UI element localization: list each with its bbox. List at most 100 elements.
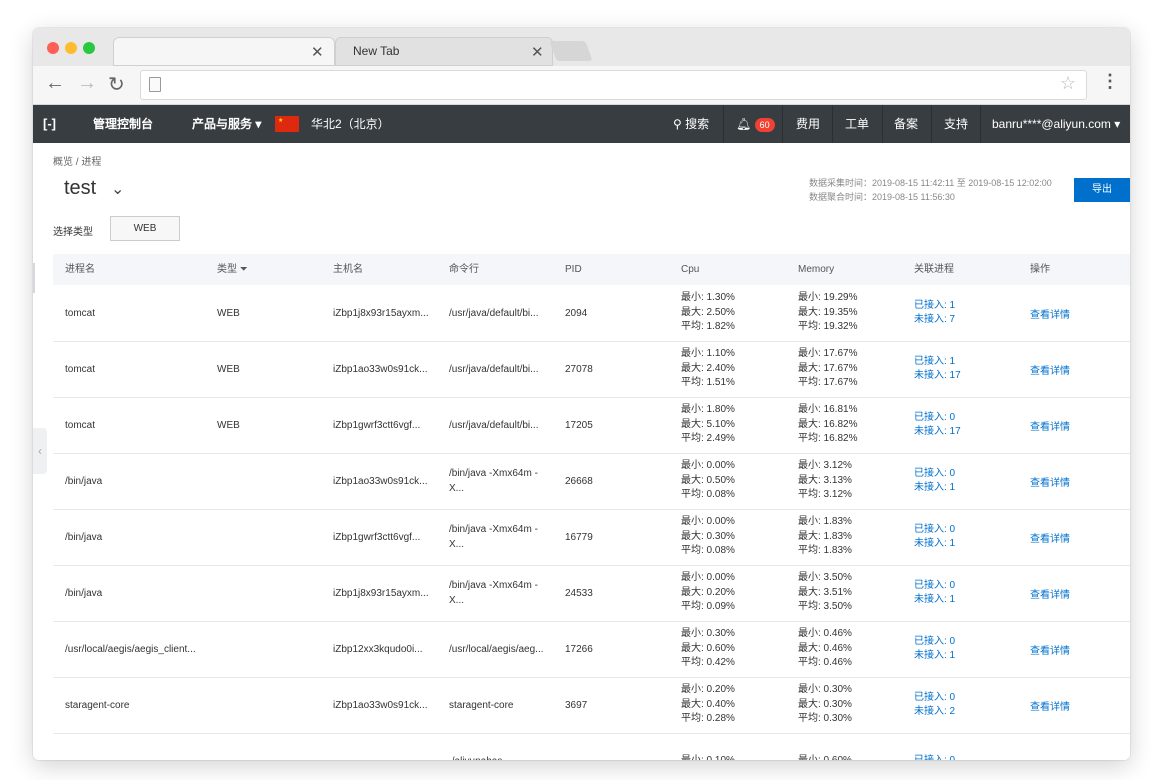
view-details-link[interactable]: 查看详情 (1030, 341, 1130, 397)
cell-line: 最大: 1.83% (798, 530, 852, 542)
tab-new-tab[interactable]: New Tab ✕ (335, 37, 553, 66)
cell-line: 最小: 0.30% (798, 684, 852, 696)
table-row: tomcat WEB iZbp1j8x93r15ayxm... /usr/java/d… (53, 285, 1130, 342)
cell-text[interactable]: 查看详情 (1030, 698, 1070, 713)
cell-rel: 已接入: 0 未接入: 1 (914, 565, 1026, 621)
close-window-button[interactable] (47, 42, 59, 54)
cell-line[interactable]: 未接入: 1 (914, 649, 955, 664)
cell-text: 27078 (565, 363, 593, 375)
tab-current[interactable]: ✕ (113, 37, 335, 66)
column-header: 命令行 (449, 264, 479, 275)
view-details-link[interactable]: 查看详情 (1030, 565, 1130, 621)
cell-text: 16779 (565, 531, 593, 543)
cell-line[interactable]: 未接入: 1 (914, 537, 955, 552)
cell-line[interactable]: 已接入: 0 (914, 579, 955, 594)
cell-text: /usr/local/aegis/aeg... (449, 643, 544, 655)
export-button[interactable]: 导出 (1074, 178, 1130, 202)
view-details-link[interactable]: 查看详情 (1030, 397, 1130, 453)
view-details-link[interactable]: 查看详情 (1030, 285, 1130, 341)
cell-line[interactable]: 已接入: 0 (914, 754, 955, 760)
cell-line[interactable]: 未接入: 7 (914, 313, 955, 328)
nav-link-icp[interactable]: 备案 (894, 105, 918, 143)
browser-menu-icon[interactable]: ⋮ (1101, 71, 1119, 92)
new-tab-button[interactable] (549, 41, 593, 61)
aliyun-logo-icon[interactable]: [-] (43, 105, 56, 143)
cell-line[interactable]: 已接入: 0 (914, 523, 955, 538)
cell-line[interactable]: 已接入: 1 (914, 299, 955, 314)
cell-line: 最小: 0.00% (681, 460, 735, 472)
view-details-link[interactable]: 查看详情 (1030, 509, 1130, 565)
table-row: /bin/java iZbp1gwrf3ctt6vgf... /bin/java -… (53, 509, 1130, 566)
cell-line[interactable]: 未接入: 1 (914, 481, 955, 496)
cell-text[interactable]: 查看详情 (1030, 586, 1070, 601)
cell-line[interactable]: 已接入: 0 (914, 411, 955, 426)
cell-text[interactable]: 查看详情 (1030, 418, 1070, 433)
chevron-down-icon[interactable]: ⌄ (111, 179, 124, 199)
nav-link-fees[interactable]: 费用 (796, 105, 820, 143)
view-details-link[interactable] (1030, 733, 1130, 760)
cell-host: iZbp1j8x93r15ayxm... (333, 285, 445, 341)
view-details-link[interactable]: 查看详情 (1030, 677, 1130, 733)
maximize-window-button[interactable] (83, 42, 95, 54)
cell-text[interactable]: 查看详情 (1030, 530, 1070, 545)
notifications-button[interactable]: 🔔︎ 60 (736, 105, 775, 143)
cell-line[interactable]: 已接入: 0 (914, 635, 955, 650)
cell-text: ./aliyunahas -- (449, 754, 512, 761)
cell-line: 平均: 1.51% (681, 377, 735, 389)
cell-line: 最小: 0.00% (681, 516, 735, 528)
cell-text[interactable]: 查看详情 (1030, 474, 1070, 489)
cell-line[interactable]: 未接入: 2 (914, 705, 955, 720)
cell-line[interactable]: 已接入: 0 (914, 467, 955, 482)
column-header-type[interactable]: 类型 ⏷ (217, 254, 248, 285)
browser-window: ✕ New Tab ✕ ← → ↻ ☆ ⋮ [-] 管理控制台 产品与服务 ▾ … (33, 28, 1130, 760)
cell-line[interactable]: 已接入: 1 (914, 355, 955, 370)
cell-text[interactable]: 查看详情 (1030, 642, 1070, 657)
cell-pid: 27078 (565, 341, 675, 397)
cell-text: 26668 (565, 475, 593, 487)
cell-line[interactable]: 未接入: 17 (914, 425, 961, 440)
view-details-link[interactable]: 查看详情 (1030, 453, 1130, 509)
cell-line[interactable]: 已接入: 0 (914, 691, 955, 706)
reload-icon[interactable]: ↻ (108, 72, 125, 97)
close-tab-icon[interactable]: ✕ (311, 43, 324, 61)
search-label: 搜索 (685, 117, 710, 131)
sidebar-edge (33, 263, 35, 293)
main-content: 概览 / 进程 test ⌄ 数据采集时间：2019-08-15 11:42:1… (33, 143, 1130, 760)
cell-line[interactable]: 未接入: 1 (914, 593, 955, 608)
type-filter-web[interactable]: WEB (110, 216, 180, 241)
console-home-link[interactable]: 管理控制台 (93, 105, 153, 143)
filter-icon[interactable]: ⏷ (240, 264, 248, 275)
back-arrow-icon[interactable]: ← (45, 72, 65, 95)
forward-arrow-icon[interactable]: → (77, 72, 97, 95)
table-header: 进程名 类型 ⏷ 主机名 命令行 PID Cpu Memory 关联进程 操作 (53, 254, 1130, 285)
column-header: Cpu (681, 264, 700, 275)
nav-link-tickets[interactable]: 工单 (845, 105, 869, 143)
cell-cmd: /bin/java -Xmx64m - X... (449, 509, 559, 565)
products-menu[interactable]: 产品与服务 ▾ (192, 105, 261, 143)
cell-mem: 最小: 3.12% 最大: 3.13% 平均: 3.12% (798, 453, 910, 509)
sidebar-toggle[interactable]: ‹ (33, 428, 47, 474)
region-selector[interactable]: 华北2（北京） (311, 105, 390, 143)
view-details-link[interactable]: 查看详情 (1030, 621, 1130, 677)
table-row: /bin/java iZbp1ao33w0s91ck... /bin/java -X… (53, 453, 1130, 510)
cell-pid: 17266 (565, 621, 675, 677)
cell-rel: 已接入: 1 未接入: 7 (914, 285, 1026, 341)
cell-line: 最大: 3.13% (798, 474, 852, 486)
breadcrumb: 概览 / 进程 (53, 157, 102, 168)
user-account-menu[interactable]: banru****@aliyun.com ▾ (992, 105, 1120, 143)
cell-rel: 已接入: 0 (914, 733, 1026, 760)
address-bar[interactable]: ☆ (140, 70, 1087, 100)
cell-cmd: staragent-core (449, 677, 559, 733)
cell-line[interactable]: 未接入: 17 (914, 369, 961, 384)
cell-text[interactable]: 查看详情 (1030, 306, 1070, 321)
cell-cpu: 最小: 0.10% (681, 733, 793, 760)
cell-line: 最小: 1.10% (681, 348, 735, 360)
close-tab-icon[interactable]: ✕ (531, 43, 544, 61)
cell-text: /usr/java/default/bi... (449, 307, 539, 319)
search-button[interactable]: ⚲ 搜索 (673, 105, 709, 143)
bookmark-star-icon[interactable]: ☆ (1060, 73, 1076, 94)
cell-text[interactable]: 查看详情 (1030, 362, 1070, 377)
nav-link-support[interactable]: 支持 (944, 105, 968, 143)
minimize-window-button[interactable] (65, 42, 77, 54)
cell-line: 最小: 3.12% (798, 460, 852, 472)
